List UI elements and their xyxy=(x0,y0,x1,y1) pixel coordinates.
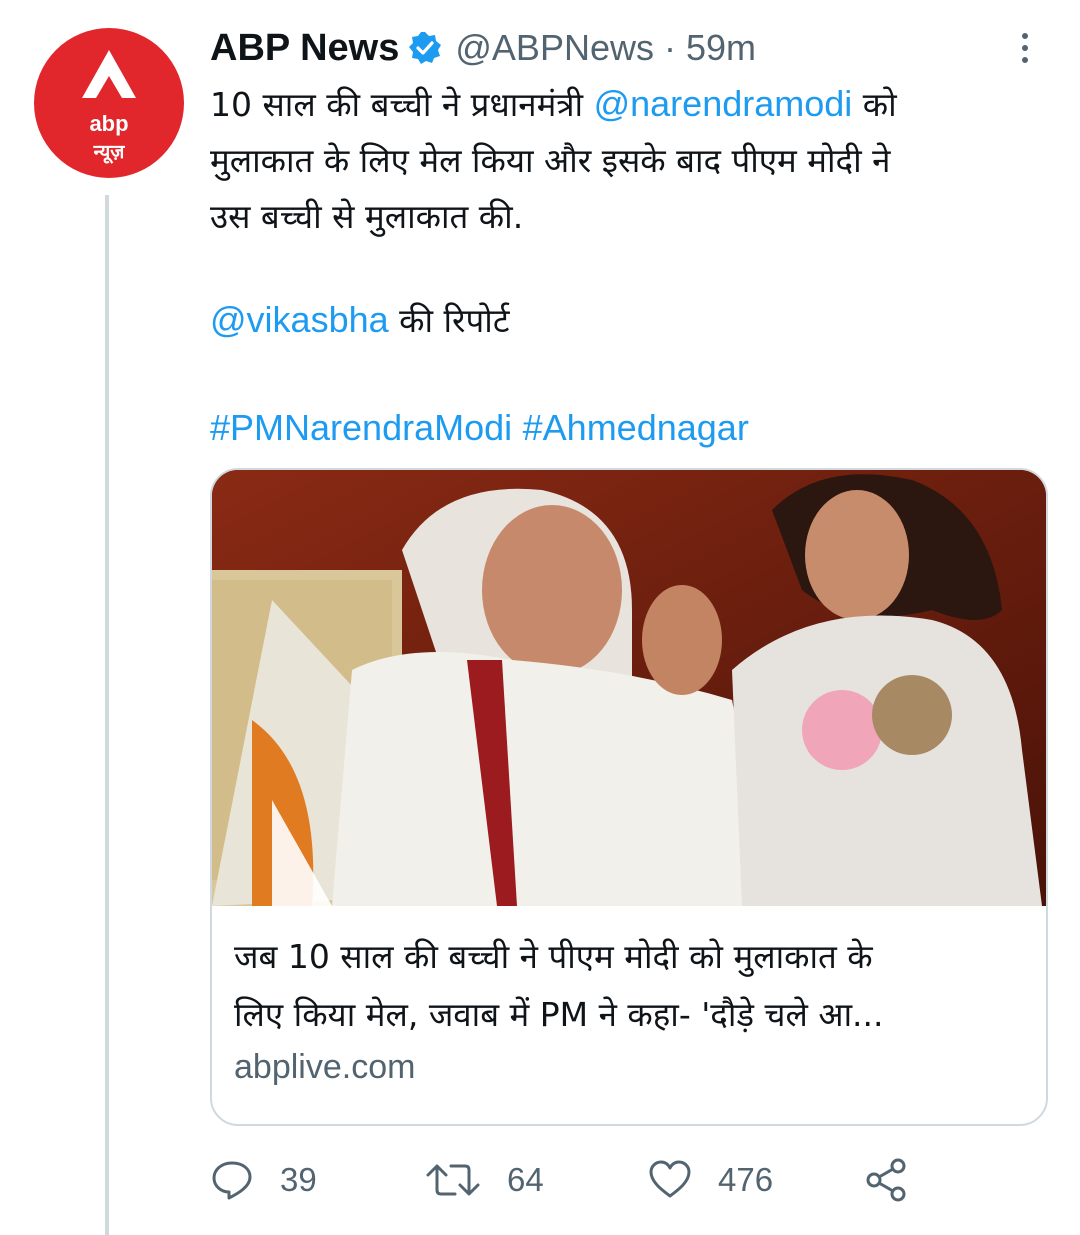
link-card-title[interactable]: जब 10 साल की बच्ची ने पीएम मोदी को मुलाक… xyxy=(234,928,1034,1044)
reply-icon xyxy=(212,1161,252,1200)
link-card-image[interactable] xyxy=(212,470,1046,906)
mention-narendramodi[interactable]: @narendramodi xyxy=(594,83,853,124)
author-handle-time[interactable]: @ABPNews · 59m xyxy=(455,27,756,69)
retweet-icon xyxy=(426,1164,480,1196)
avatar[interactable]: abp न्यूज़ xyxy=(34,28,184,178)
link-card-title-line1: जब 10 साल की बच्ची ने पीएम मोदी को मुलाक… xyxy=(234,937,873,976)
tweet-line-3: उस बच्ची से मुलाकात की. xyxy=(210,197,524,236)
tweet-line-1: 10 साल की बच्ची ने प्रधानमंत्री @narendr… xyxy=(210,76,1060,133)
tweet-line-1a: 10 साल की बच्ची ने प्रधानमंत्री xyxy=(210,85,594,124)
share-button[interactable] xyxy=(862,1152,936,1208)
author-name[interactable]: ABP News xyxy=(210,27,399,70)
reporter-suffix: की रिपोर्ट xyxy=(388,301,510,340)
verified-badge-icon xyxy=(409,32,442,64)
share-icon xyxy=(866,1158,906,1202)
link-card-title-line2: लिए किया मेल, जवाब में PM ने कहा- 'दौड़े… xyxy=(234,995,884,1034)
tweet-header: ABP News @ABPNews · 59m xyxy=(210,26,756,70)
heart-icon xyxy=(649,1160,691,1198)
tweet-line-1b: को xyxy=(852,85,897,124)
mention-vikasbha[interactable]: @vikasbha xyxy=(210,299,389,340)
reply-count: 39 xyxy=(280,1161,317,1198)
tweet-text: 10 साल की बच्ची ने प्रधानमंत्री @narendr… xyxy=(210,76,1060,245)
tweet-actions: 39 64 476 xyxy=(210,1152,1030,1212)
hashtag-pmnarendramodi[interactable]: #PMNarendraModi xyxy=(210,407,512,448)
link-card-domain: abplive.com xyxy=(234,1048,416,1086)
news-photo xyxy=(212,470,1046,906)
more-options-icon[interactable] xyxy=(1013,30,1037,70)
avatar-line1: abp xyxy=(89,111,128,136)
like-button[interactable]: 476 xyxy=(648,1152,773,1208)
hashtag-ahmednagar[interactable]: #Ahmednagar xyxy=(523,407,749,448)
abp-logo-icon: abp न्यूज़ xyxy=(82,50,136,164)
reply-button[interactable]: 39 xyxy=(210,1152,317,1208)
retweet-count: 64 xyxy=(507,1161,544,1198)
tweet-hashtags: #PMNarendraModi #Ahmednagar xyxy=(210,400,749,457)
tweet-line-2: मुलाकात के लिए मेल किया और इसके बाद पीएम… xyxy=(210,141,891,180)
link-card[interactable]: जब 10 साल की बच्ची ने पीएम मोदी को मुलाक… xyxy=(210,468,1048,1126)
retweet-button[interactable]: 64 xyxy=(425,1152,544,1208)
like-count: 476 xyxy=(718,1161,774,1198)
tweet-reporter-line: @vikasbha की रिपोर्ट xyxy=(210,292,509,349)
thread-line xyxy=(105,195,109,1235)
avatar-line2: न्यूज़ xyxy=(93,141,126,164)
